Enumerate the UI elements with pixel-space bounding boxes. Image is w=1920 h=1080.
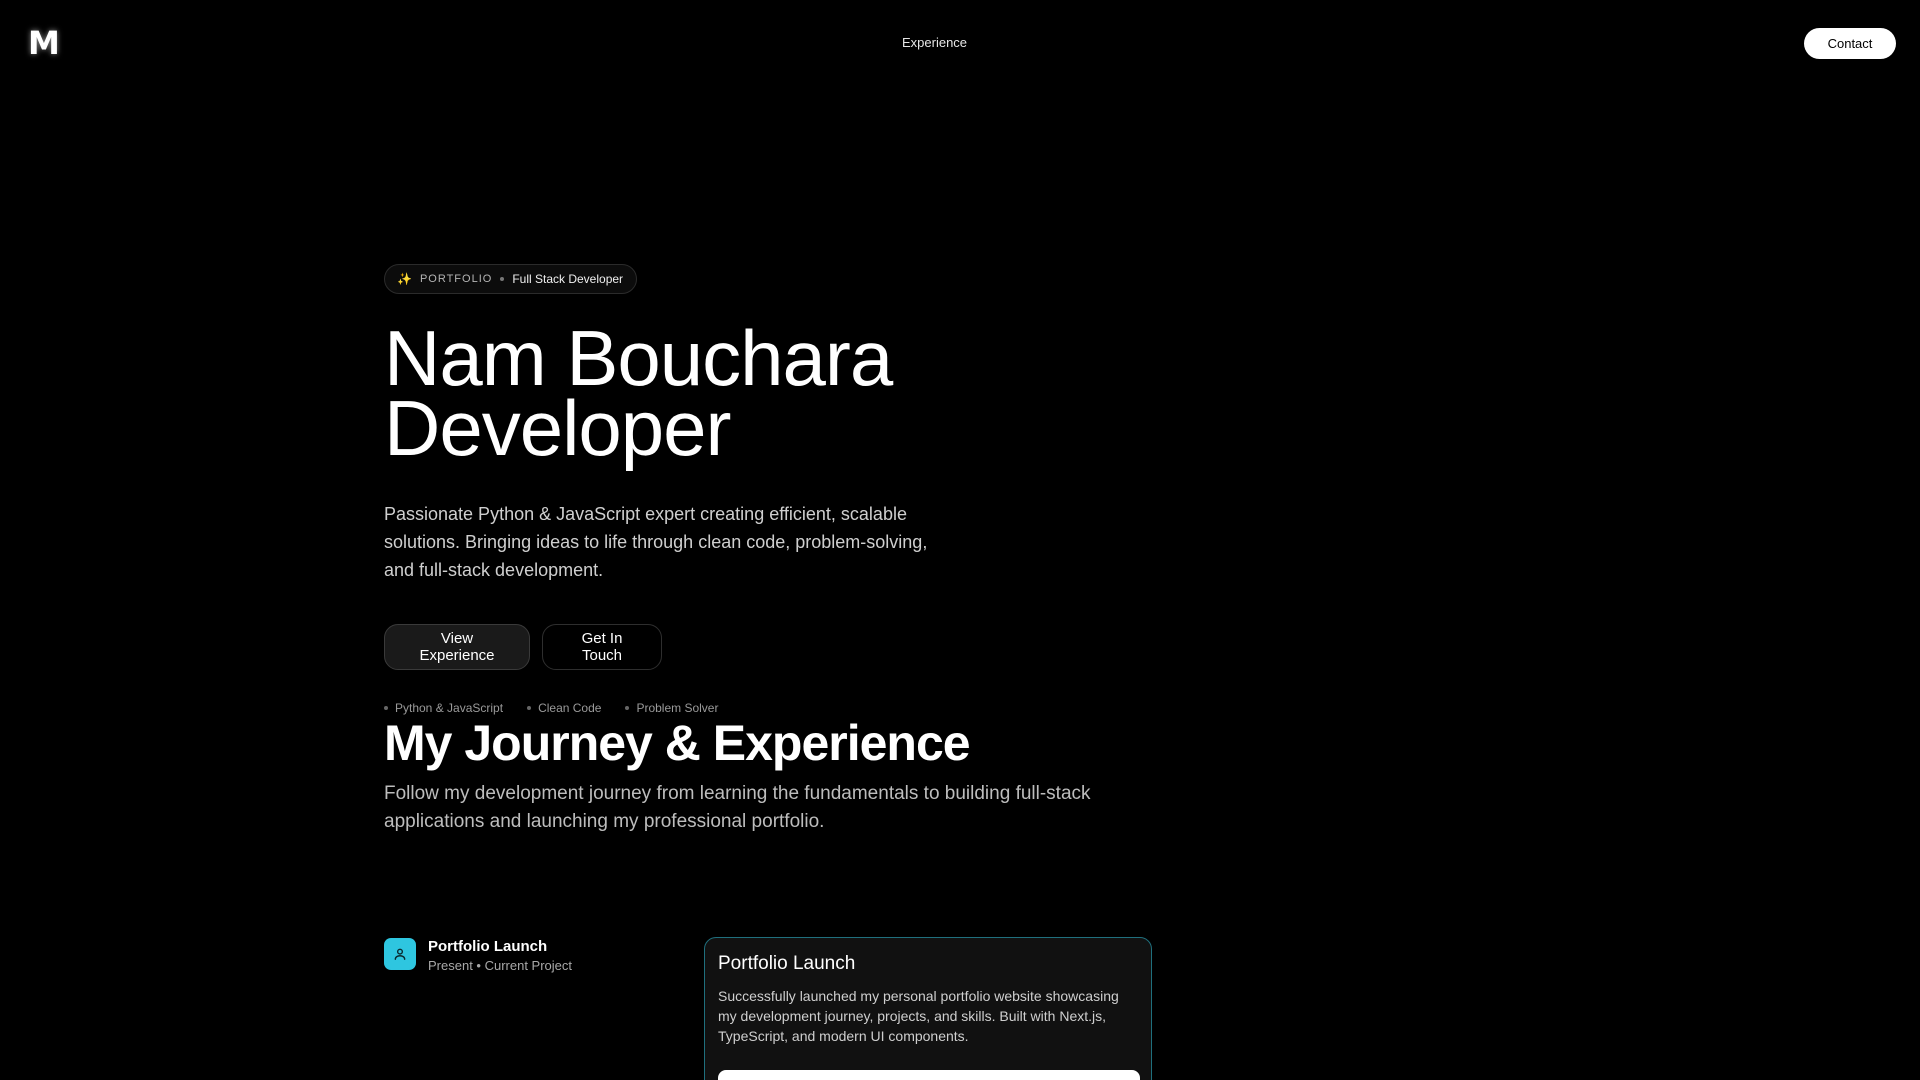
skill-tag: Clean Code	[527, 701, 601, 715]
card-action-bar[interactable]	[718, 1070, 1140, 1080]
get-in-touch-button[interactable]: Get In Touch	[542, 624, 662, 670]
hero-title-line2: Developer	[384, 384, 732, 472]
bullet-icon	[625, 706, 630, 710]
timeline-item[interactable]: Portfolio Launch Present • Current Proje…	[384, 938, 572, 975]
timeline-item-title: Portfolio Launch	[428, 938, 548, 955]
view-experience-button[interactable]: View Experience	[384, 624, 530, 670]
timeline-item-text: Portfolio Launch Present • Current Proje…	[428, 938, 572, 975]
hero-section: ✨ PORTFOLIO Full Stack Developer Nam Bou…	[384, 264, 1284, 715]
user-icon	[384, 938, 416, 970]
card-title: Portfolio Launch	[718, 953, 856, 974]
bullet-icon	[527, 706, 532, 710]
hero-description: Passionate Python & JavaScript expert cr…	[384, 504, 928, 580]
hero-title-line1: Nam Bouchara	[384, 314, 893, 402]
skill-tag-label: Clean Code	[538, 701, 602, 715]
hero-title: Nam Bouchara Developer	[384, 314, 1284, 472]
skill-tag-label: Python & JavaScript	[395, 701, 504, 715]
timeline-item-subtitle: Present • Current Project	[428, 958, 572, 973]
skill-tag-label: Problem Solver	[636, 701, 719, 715]
contact-button[interactable]: Contact	[1804, 28, 1896, 59]
cta-row: View Experience Get In Touch	[384, 624, 1284, 670]
bullet-icon	[384, 706, 388, 710]
page: M Experience Contact ✨ PORTFOLIO Full St…	[0, 0, 1920, 1080]
journey-description: Follow my development journey from learn…	[384, 783, 1091, 832]
journey-section: My Journey & Experience Follow my develo…	[384, 714, 1384, 836]
badge-tag: PORTFOLIO	[419, 273, 493, 285]
logo[interactable]: M	[28, 27, 60, 59]
nav-link-experience[interactable]: Experience	[902, 35, 967, 50]
role-badge: ✨ PORTFOLIO Full Stack Developer	[384, 264, 638, 294]
experience-card: Portfolio Launch Successfully launched m…	[704, 937, 1152, 1080]
skill-tags: Python & JavaScript Clean Code Problem S…	[384, 701, 1284, 715]
skill-tag: Python & JavaScript	[384, 701, 503, 715]
skill-tag: Problem Solver	[625, 701, 718, 715]
badge-separator	[500, 277, 505, 281]
card-description: Successfully launched my personal portfo…	[718, 988, 1119, 1044]
badge-role: Full Stack Developer	[512, 272, 624, 286]
journey-title: My Journey & Experience	[384, 715, 971, 771]
sparkle-icon: ✨	[397, 272, 412, 286]
